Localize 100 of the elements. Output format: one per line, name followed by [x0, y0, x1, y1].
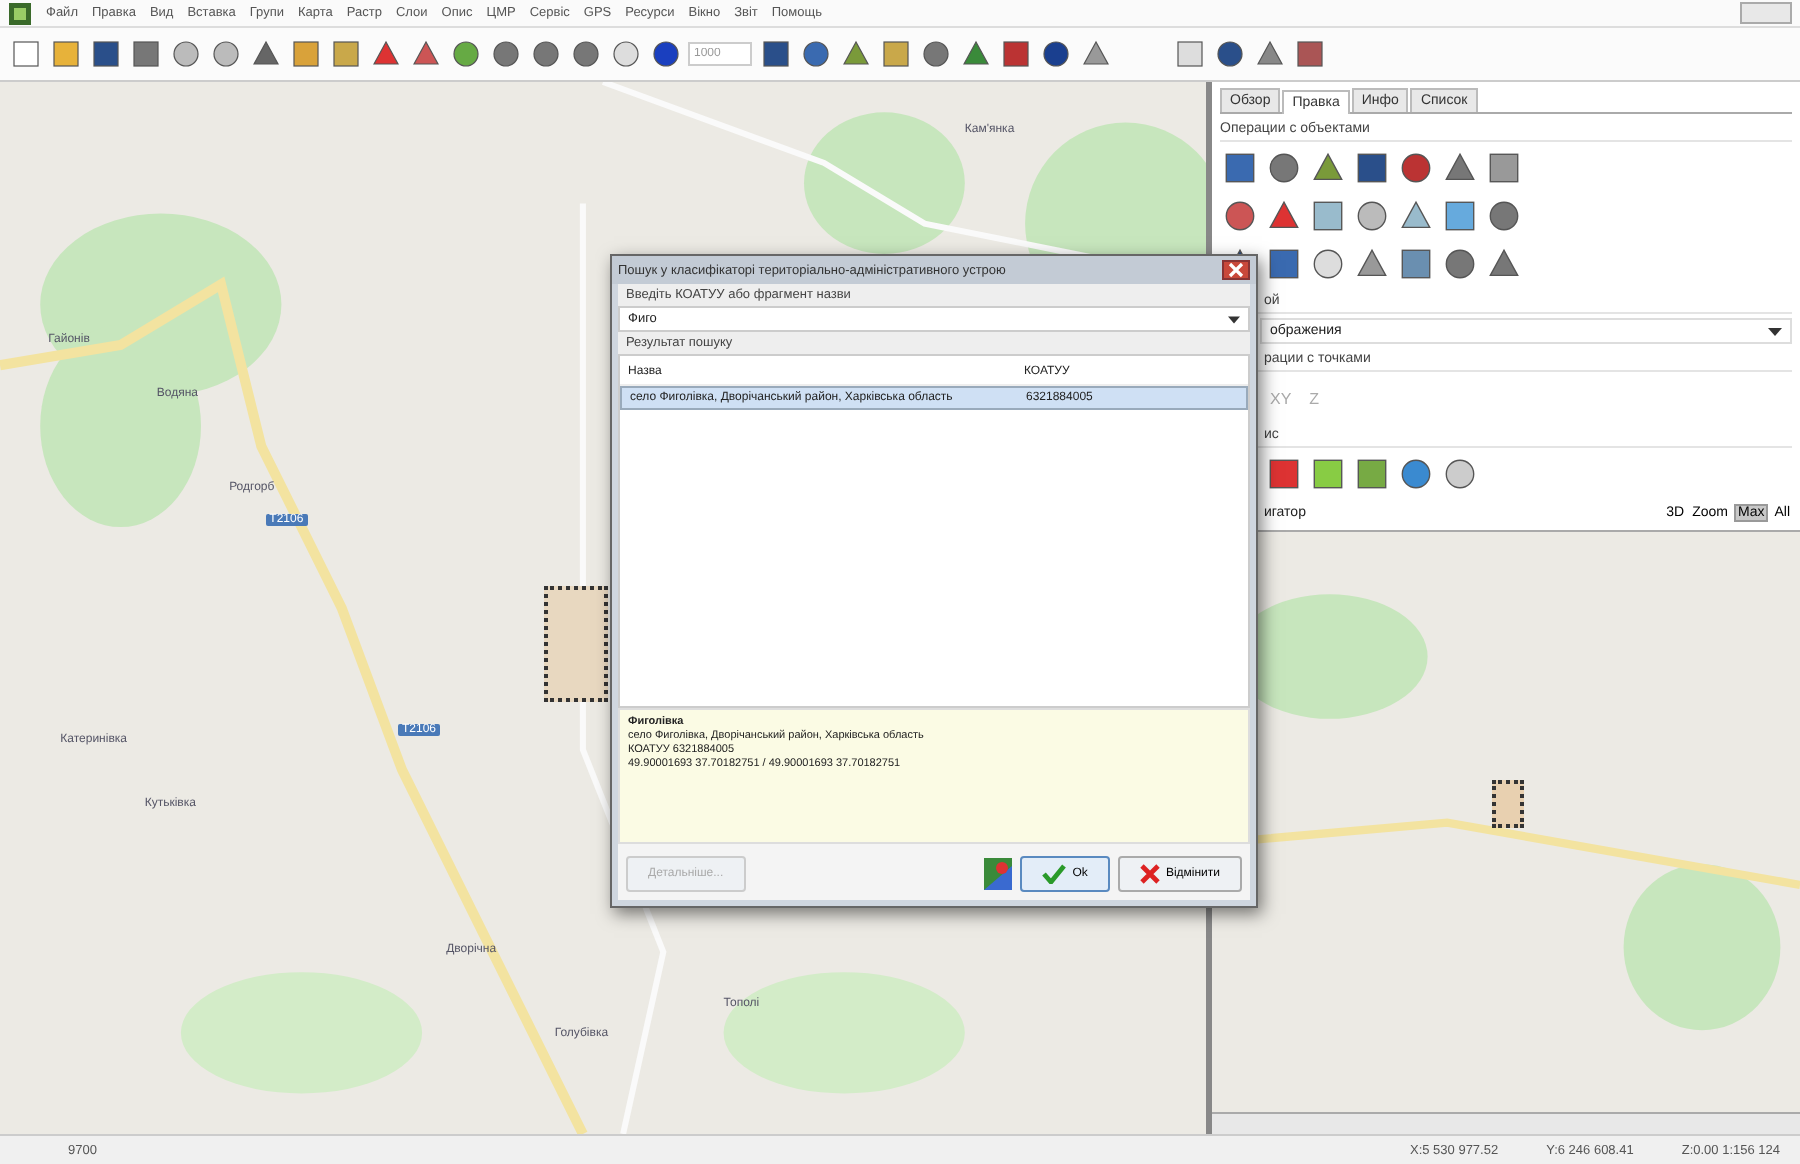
tool-button[interactable]: [1308, 196, 1346, 236]
toolbar-button[interactable]: [288, 36, 322, 72]
tool-button[interactable]: [1308, 244, 1346, 284]
tool-icon: [531, 40, 559, 68]
photo-placeholder[interactable]: [544, 586, 608, 702]
tool-icon: [1355, 152, 1387, 184]
tool-button[interactable]: [1440, 196, 1478, 236]
tool-icon: [1355, 458, 1387, 490]
tool-icon: [1487, 200, 1519, 232]
tool-icon: [331, 40, 359, 68]
toolbar-button[interactable]: [88, 36, 122, 72]
tool-icon: [451, 40, 479, 68]
tool-icon: [491, 40, 519, 68]
tool-icon: [1399, 152, 1431, 184]
close-button[interactable]: [1222, 260, 1250, 280]
toolbar-button[interactable]: [448, 36, 482, 72]
tool-button[interactable]: [1352, 454, 1390, 494]
tool-icon: [1487, 248, 1519, 280]
tool-icon: [411, 40, 439, 68]
tool-icon: [1215, 40, 1243, 68]
toolbar-button[interactable]: [488, 36, 522, 72]
toolbar-button[interactable]: [608, 36, 642, 72]
tool-button[interactable]: [1396, 244, 1434, 284]
tool-icon: [1223, 152, 1255, 184]
tool-icon: [251, 40, 279, 68]
toolbar-button[interactable]: [798, 36, 832, 72]
toolbar-button[interactable]: [918, 36, 952, 72]
tool-button[interactable]: [1264, 148, 1302, 188]
toolbar-button[interactable]: [758, 36, 792, 72]
close-icon: [1139, 864, 1160, 884]
tool-icon: [1487, 152, 1519, 184]
toolbar-button[interactable]: [48, 36, 82, 72]
tool-icon: [1267, 248, 1299, 280]
tool-button[interactable]: [1308, 454, 1346, 494]
tool-icon: [1267, 458, 1299, 490]
tool-button[interactable]: [1396, 454, 1434, 494]
tool-icon: [1355, 200, 1387, 232]
tool-icon: [1255, 40, 1283, 68]
tool-icon: [1399, 248, 1431, 280]
tool-icon: [1443, 152, 1475, 184]
toolbar-button[interactable]: [168, 36, 202, 72]
tool-icon: [1311, 200, 1343, 232]
toolbar-button[interactable]: [208, 36, 242, 72]
toolbar-button[interactable]: [128, 36, 162, 72]
tool-icon: [171, 40, 199, 68]
tool-icon: [1311, 248, 1343, 280]
close-icon: [1228, 262, 1244, 278]
tool-icon: [1295, 40, 1323, 68]
tool-button[interactable]: [1484, 196, 1522, 236]
tool-icon: [1001, 40, 1029, 68]
toolbar-button[interactable]: [328, 36, 362, 72]
tool-icon: [1081, 40, 1109, 68]
app-icon: [8, 1, 32, 25]
tool-button[interactable]: [1484, 148, 1522, 188]
tool-icon: [131, 40, 159, 68]
tool-icon: [1355, 248, 1387, 280]
photo-placeholder[interactable]: [1492, 780, 1524, 828]
tool-icon: [961, 40, 989, 68]
toolbar-button[interactable]: [528, 36, 562, 72]
toolbar-button[interactable]: [998, 36, 1032, 72]
tool-button[interactable]: [1264, 244, 1302, 284]
tool-icon: [1443, 248, 1475, 280]
toolbar-button[interactable]: [1292, 36, 1326, 72]
toolbar-button[interactable]: [878, 36, 912, 72]
toolbar-button[interactable]: [648, 36, 682, 72]
tool-icon: [51, 40, 79, 68]
tool-icon: [1223, 200, 1255, 232]
tool-icon: [1175, 40, 1203, 68]
toolbar-button[interactable]: [1038, 36, 1072, 72]
tool-button[interactable]: [1352, 148, 1390, 188]
tool-button[interactable]: [1440, 244, 1478, 284]
tool-icon: [881, 40, 909, 68]
check-icon: [1042, 864, 1067, 884]
scroll-bar[interactable]: [1212, 1112, 1800, 1134]
tool-icon: [801, 40, 829, 68]
tool-icon: [1041, 40, 1069, 68]
tool-button[interactable]: [1264, 454, 1302, 494]
tool-icon: [1443, 200, 1475, 232]
tool-icon: [1311, 152, 1343, 184]
tool-button[interactable]: [1396, 148, 1434, 188]
caret-icon: [1228, 315, 1240, 323]
tool-button[interactable]: [1220, 148, 1258, 188]
tool-icon: [11, 40, 39, 68]
tool-icon: [1443, 458, 1475, 490]
tool-button[interactable]: [1352, 196, 1390, 236]
tool-icon: [571, 40, 599, 68]
tool-icon: [1267, 152, 1299, 184]
map-pin-icon[interactable]: [984, 858, 1013, 890]
tool-icon: [921, 40, 949, 68]
tool-button[interactable]: [1220, 196, 1258, 236]
tool-button[interactable]: [1440, 454, 1478, 494]
tool-icon: [1267, 200, 1299, 232]
tool-icon: [651, 40, 679, 68]
caret-icon: [1768, 327, 1782, 335]
tool-icon: [761, 40, 789, 68]
tool-icon: [1399, 200, 1431, 232]
tool-icon: [611, 40, 639, 68]
toolbar-button[interactable]: [568, 36, 602, 72]
tool-icon: [211, 40, 239, 68]
toolbar-button[interactable]: [1212, 36, 1246, 72]
